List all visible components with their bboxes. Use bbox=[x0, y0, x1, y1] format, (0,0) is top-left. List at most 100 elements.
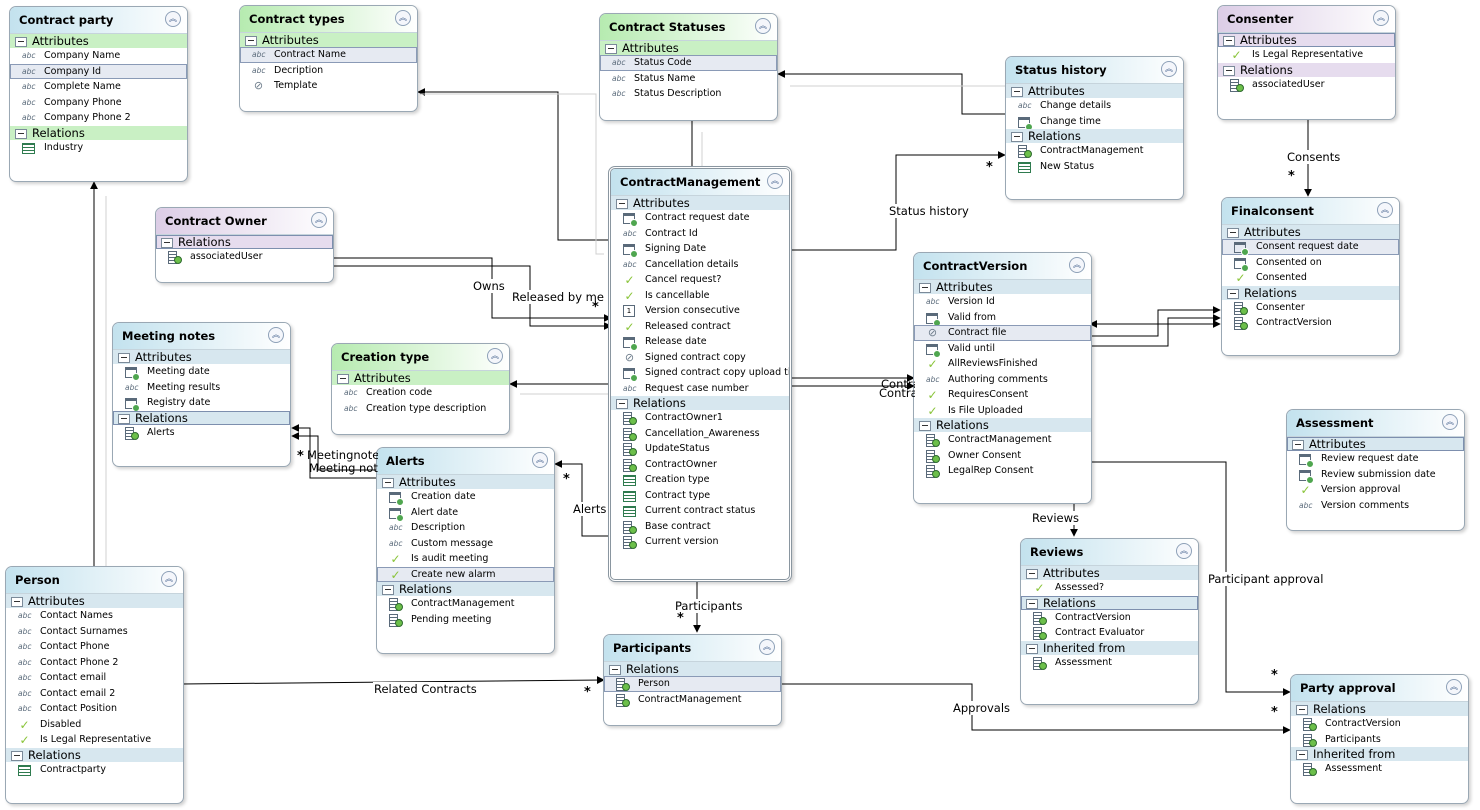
field-row[interactable]: Alerts bbox=[113, 425, 290, 441]
entity-header[interactable]: ContractVersion ︽ bbox=[914, 253, 1091, 280]
field-row[interactable]: Consenter bbox=[1222, 300, 1399, 316]
collapse-chevrons-icon[interactable]: ︽ bbox=[1161, 61, 1177, 77]
field-row[interactable]: abc Custom message bbox=[377, 536, 554, 552]
field-row[interactable]: Is Legal Representative bbox=[1218, 47, 1395, 63]
field-row[interactable]: ContractManagement bbox=[1006, 143, 1183, 159]
section-attributes[interactable]: Attributes bbox=[611, 196, 789, 210]
collapse-minus-icon[interactable] bbox=[1223, 36, 1235, 46]
field-row[interactable]: abc Status Name bbox=[600, 71, 777, 87]
section-relations[interactable]: Relations bbox=[1021, 595, 1198, 610]
section-relations[interactable]: Relations bbox=[1218, 62, 1395, 77]
entity-person[interactable]: Person ︽ Attributes abc Contact Names abc Cont… bbox=[5, 566, 184, 804]
entity-creation-type[interactable]: Creation type ︽ Attributes abc Creation code… bbox=[331, 343, 510, 435]
entity-participants[interactable]: Participants ︽ Relations Person ContractMana… bbox=[603, 634, 782, 726]
collapse-minus-icon[interactable] bbox=[609, 665, 621, 675]
field-row[interactable]: Contract file bbox=[914, 325, 1091, 341]
collapse-minus-icon[interactable] bbox=[605, 44, 617, 54]
section-attributes[interactable]: Attributes bbox=[240, 33, 417, 47]
field-row[interactable]: Create new alarm bbox=[377, 566, 554, 582]
field-row[interactable]: Industry bbox=[10, 140, 187, 156]
field-row[interactable]: 1 Version consecutive bbox=[611, 303, 789, 319]
collapse-minus-icon[interactable] bbox=[1223, 65, 1235, 76]
field-row[interactable]: Contract type bbox=[611, 488, 789, 504]
collapse-chevrons-icon[interactable]: ︽ bbox=[755, 18, 771, 34]
collapse-chevrons-icon[interactable]: ︽ bbox=[1446, 679, 1462, 695]
section-attributes[interactable]: Attributes bbox=[332, 371, 509, 385]
entity-header[interactable]: Alerts ︽ bbox=[377, 448, 554, 475]
entity-contract-statuses[interactable]: Contract Statuses ︽ Attributes abc Status Co… bbox=[599, 13, 778, 121]
section-attributes[interactable]: Attributes bbox=[113, 350, 290, 364]
entity-reviews[interactable]: Reviews︽AttributesAssessed?RelationsCont… bbox=[1020, 538, 1199, 705]
collapse-minus-icon[interactable] bbox=[11, 750, 23, 761]
section-relations[interactable]: Relations bbox=[604, 662, 781, 676]
entity-consenter[interactable]: Consenter ︽ Attributes Is Legal Representat… bbox=[1217, 5, 1396, 120]
section-relations[interactable]: Relations bbox=[377, 582, 554, 596]
entity-header[interactable]: Reviews ︽ bbox=[1021, 539, 1198, 566]
entity-header[interactable]: Finalconsent ︽ bbox=[1222, 198, 1399, 225]
field-row[interactable]: Cancellation_Awareness bbox=[611, 426, 789, 442]
collapse-minus-icon[interactable] bbox=[382, 478, 394, 488]
collapse-minus-icon[interactable] bbox=[1292, 440, 1304, 450]
field-row[interactable]: Is cancellable bbox=[611, 288, 789, 304]
field-row[interactable]: Alert date bbox=[377, 505, 554, 522]
collapse-minus-icon[interactable] bbox=[1026, 598, 1038, 609]
entity-header[interactable]: Contract party ︽ bbox=[10, 7, 187, 34]
entity-header[interactable]: ContractManagement ︽ bbox=[611, 169, 789, 196]
collapse-minus-icon[interactable] bbox=[118, 353, 130, 363]
field-row[interactable]: Creation date bbox=[377, 489, 554, 506]
field-row[interactable]: Registry date bbox=[113, 395, 290, 412]
field-row[interactable]: abc Version Id bbox=[914, 294, 1091, 310]
collapse-chevrons-icon[interactable]: ︽ bbox=[1176, 543, 1192, 559]
entity-contract-owner[interactable]: Contract Owner ︽ Relations associatedUser bbox=[155, 207, 334, 283]
section-inherited-from[interactable]: Inherited from bbox=[1021, 640, 1198, 655]
field-row[interactable]: abc Company Phone bbox=[10, 95, 187, 111]
entity-header[interactable]: Assessment ︽ bbox=[1287, 410, 1464, 437]
field-row[interactable]: Release date bbox=[611, 334, 789, 351]
field-row[interactable]: Valid until bbox=[914, 341, 1091, 358]
field-row[interactable]: abc Version comments bbox=[1287, 498, 1464, 514]
field-row[interactable]: Consented on bbox=[1222, 255, 1399, 272]
section-attributes[interactable]: Attributes bbox=[6, 594, 183, 608]
entity-contract-version[interactable]: ContractVersion ︽ Attributes abc Version Id V… bbox=[913, 252, 1092, 504]
field-row[interactable]: Current version bbox=[611, 534, 789, 550]
collapse-chevrons-icon[interactable]: ︽ bbox=[311, 212, 327, 228]
collapse-minus-icon[interactable] bbox=[1011, 132, 1023, 142]
field-row[interactable]: ContractManagement bbox=[604, 692, 781, 708]
section-attributes[interactable]: Attributes bbox=[1218, 33, 1395, 47]
collapse-chevrons-icon[interactable]: ︽ bbox=[487, 348, 503, 364]
field-row[interactable]: Released contract bbox=[611, 319, 789, 335]
field-row[interactable]: abc Company Phone 2 bbox=[10, 110, 187, 126]
entity-header[interactable]: Consenter ︽ bbox=[1218, 6, 1395, 33]
collapse-chevrons-icon[interactable]: ︽ bbox=[1069, 257, 1085, 273]
section-attributes[interactable]: Attributes bbox=[1006, 84, 1183, 98]
field-row[interactable]: ContractOwner1 bbox=[611, 410, 789, 426]
field-row[interactable]: Is audit meeting bbox=[377, 551, 554, 567]
collapse-minus-icon[interactable] bbox=[1026, 643, 1038, 654]
field-row[interactable]: associatedUser bbox=[1218, 77, 1395, 93]
field-row[interactable]: Signing Date bbox=[611, 241, 789, 258]
entity-header[interactable]: Status history ︽ bbox=[1006, 57, 1183, 84]
collapse-minus-icon[interactable] bbox=[1296, 750, 1308, 760]
field-row[interactable]: abc Cancellation details bbox=[611, 257, 789, 273]
field-row[interactable]: Consent request date bbox=[1222, 239, 1399, 256]
field-row[interactable]: abc Contact Names bbox=[6, 608, 183, 624]
section-relations[interactable]: Relations bbox=[1222, 285, 1399, 300]
section-attributes[interactable]: Attributes bbox=[10, 34, 187, 48]
entity-header[interactable]: Contract types ︽ bbox=[240, 6, 417, 33]
section-relations[interactable]: Relations bbox=[1006, 129, 1183, 143]
field-row[interactable]: abc Meeting results bbox=[113, 380, 290, 396]
collapse-chevrons-icon[interactable]: ︽ bbox=[767, 173, 783, 189]
field-row[interactable]: RequiresConsent bbox=[914, 387, 1091, 403]
collapse-chevrons-icon[interactable]: ︽ bbox=[161, 571, 177, 587]
entity-header[interactable]: Contract Statuses ︽ bbox=[600, 14, 777, 41]
collapse-chevrons-icon[interactable]: ︽ bbox=[1442, 414, 1458, 430]
collapse-minus-icon[interactable] bbox=[616, 399, 628, 409]
section-attributes[interactable]: Attributes bbox=[1021, 566, 1198, 580]
entity-meeting-notes[interactable]: Meeting notes ︽ Attributes Meeting date abc M… bbox=[112, 322, 291, 467]
collapse-chevrons-icon[interactable]: ︽ bbox=[1373, 10, 1389, 26]
field-row[interactable]: UpdateStatus bbox=[611, 441, 789, 457]
entity-header[interactable]: Meeting notes ︽ bbox=[113, 323, 290, 350]
field-row[interactable]: abc Creation type description bbox=[332, 401, 509, 417]
field-row[interactable]: Signed contract copy bbox=[611, 350, 789, 366]
collapse-minus-icon[interactable] bbox=[1227, 288, 1239, 299]
